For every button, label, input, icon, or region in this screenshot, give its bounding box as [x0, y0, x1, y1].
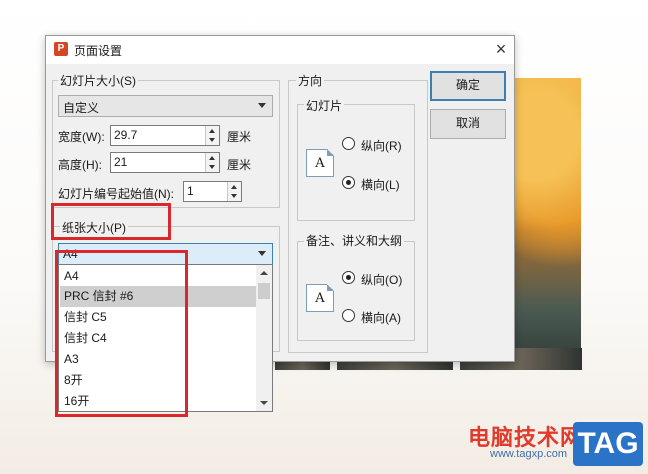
- slides-landscape-radio[interactable]: [342, 176, 355, 189]
- height-label: 高度(H):: [58, 158, 102, 172]
- height-stepper[interactable]: 21: [110, 152, 220, 173]
- arrow-up-icon[interactable]: [209, 129, 215, 133]
- start-number-value: 1: [187, 184, 194, 198]
- paper-size-highlight-box: [51, 203, 171, 240]
- chevron-down-icon: [258, 251, 266, 256]
- width-unit: 厘米: [227, 130, 252, 144]
- slide-size-value: 自定义: [63, 101, 100, 115]
- height-value: 21: [114, 155, 128, 169]
- notes-landscape-label: 横向(A): [361, 311, 401, 325]
- scroll-up-icon[interactable]: [260, 271, 268, 275]
- arrow-up-icon[interactable]: [231, 185, 237, 189]
- page-orientation-icon: A: [306, 284, 334, 312]
- scroll-down-icon[interactable]: [260, 401, 268, 405]
- arrow-up-icon[interactable]: [209, 156, 215, 160]
- height-stepper-buttons[interactable]: [205, 153, 219, 172]
- notes-landscape-radio[interactable]: [342, 309, 355, 322]
- watermark-url: www.tagxp.com: [490, 448, 568, 460]
- start-number-label: 幻灯片编号起始值(N):: [58, 187, 174, 201]
- page-orientation-icon: A: [306, 149, 334, 177]
- width-stepper-buttons[interactable]: [205, 126, 219, 145]
- arrow-down-icon[interactable]: [231, 194, 237, 198]
- width-label: 宽度(W):: [58, 130, 105, 144]
- close-button[interactable]: ×: [490, 38, 512, 60]
- notes-portrait-label: 纵向(O): [361, 273, 403, 287]
- tag-logo: TAG: [573, 422, 643, 466]
- arrow-down-icon[interactable]: [209, 138, 215, 142]
- slides-orientation-legend: 幻灯片: [304, 97, 345, 114]
- notes-orientation-legend: 备注、讲义和大纲: [304, 232, 405, 249]
- orientation-legend: 方向: [296, 72, 325, 89]
- slide-thumbnail: [515, 78, 581, 368]
- slides-portrait-radio[interactable]: [342, 137, 355, 150]
- ok-button[interactable]: 确定: [430, 71, 506, 101]
- width-value: 29.7: [114, 128, 138, 142]
- options-highlight-box: [55, 250, 188, 417]
- height-unit: 厘米: [227, 158, 252, 172]
- dialog-titlebar: P 页面设置 ×: [46, 36, 514, 64]
- slides-landscape-label: 横向(L): [361, 178, 400, 192]
- dialog-title: 页面设置: [74, 44, 123, 58]
- list-scrollbar[interactable]: [256, 265, 272, 411]
- start-number-stepper[interactable]: 1: [183, 181, 242, 202]
- cancel-button[interactable]: 取消: [430, 109, 506, 139]
- arrow-down-icon[interactable]: [209, 165, 215, 169]
- start-number-stepper-buttons[interactable]: [227, 182, 241, 201]
- scrollbar-thumb[interactable]: [258, 283, 270, 299]
- wps-presentation-icon: P: [54, 42, 68, 56]
- slide-size-legend: 幻灯片大小(S): [58, 72, 138, 89]
- chevron-down-icon: [258, 103, 266, 108]
- width-stepper[interactable]: 29.7: [110, 125, 220, 146]
- slide-size-select[interactable]: 自定义: [58, 95, 273, 117]
- slides-portrait-label: 纵向(R): [361, 139, 402, 153]
- notes-portrait-radio[interactable]: [342, 271, 355, 284]
